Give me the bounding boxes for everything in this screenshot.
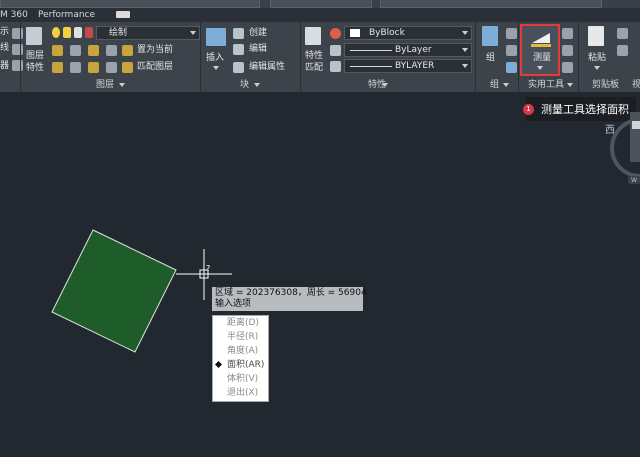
menu-item-volume[interactable]: 体积(V) [213, 372, 268, 386]
viewcube-face[interactable] [630, 112, 640, 162]
menu-item-exit[interactable]: 退出(X) [213, 386, 268, 400]
menu-item-area[interactable]: 面积(AR) [213, 358, 268, 372]
viewcube-wcs-label: W [631, 177, 637, 184]
drawing-canvas[interactable] [0, 0, 640, 457]
selected-bullet-icon [214, 360, 223, 369]
menu-item-area-label: 面积(AR) [227, 360, 265, 370]
menu-item-distance[interactable]: 距离(D) [213, 316, 268, 330]
input-prompt-text: 输入选项 [215, 299, 252, 309]
green-square-shape[interactable] [51, 229, 177, 353]
cursor-question-mark: ? [206, 264, 211, 273]
step-badge: 1 [523, 104, 534, 115]
viewcube-face-highlight [632, 121, 640, 129]
measure-options-menu: 距离(D) 半径(R) 角度(A) 面积(AR) 体积(V) 退出(X) [212, 315, 269, 402]
menu-item-angle[interactable]: 角度(A) [213, 344, 268, 358]
measure-result-text: 区域 = 202376308，周长 = 56904 [215, 288, 367, 298]
menu-item-radius[interactable]: 半径(R) [213, 330, 268, 344]
measure-result-box: 区域 = 202376308，周长 = 56904 输入选项 [212, 287, 367, 311]
viewcube-west-label: 西 [605, 125, 615, 136]
